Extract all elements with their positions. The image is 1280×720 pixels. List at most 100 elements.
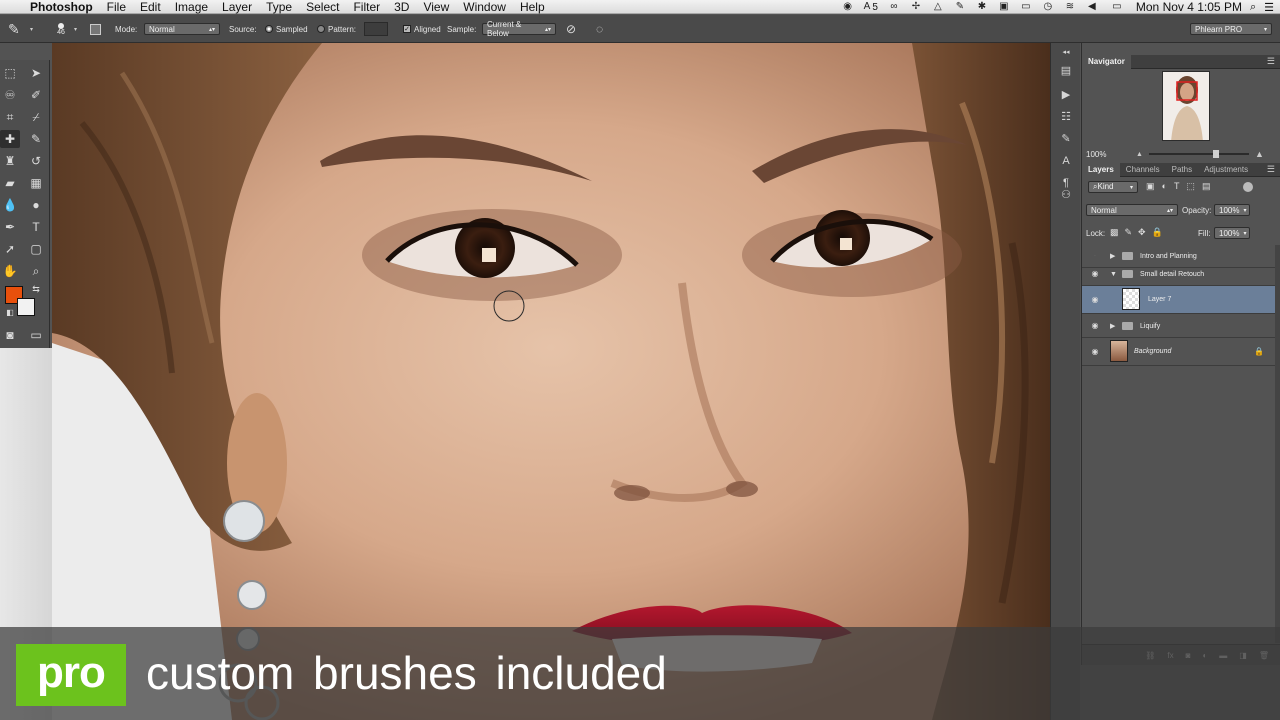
- sample-select[interactable]: Current & Below ▴▾: [482, 15, 556, 43]
- blur-tool-icon[interactable]: 💧: [0, 196, 20, 214]
- default-colors-icon[interactable]: ◧: [0, 304, 20, 322]
- layer-group-small-detail-retouch[interactable]: ◉ ▼ Small detail Retouch: [1082, 263, 1275, 286]
- quick-mask-icon[interactable]: ◙: [0, 326, 20, 344]
- mode-select[interactable]: Normal ▴▾: [144, 15, 220, 43]
- character-panel-icon[interactable]: A: [1057, 153, 1075, 169]
- tab-channels[interactable]: Channels: [1120, 163, 1166, 177]
- filter-type-icons[interactable]: ▣◐T⬚▤: [1146, 181, 1217, 192]
- zoom-tool-icon[interactable]: ⌕: [26, 262, 46, 280]
- eye-icon[interactable]: ◉: [1090, 347, 1100, 356]
- preset-dropdown-icon[interactable]: ▾: [30, 15, 33, 43]
- navigator-menu-icon[interactable]: ☰: [1267, 56, 1275, 67]
- brush-tool-icon[interactable]: ✎: [26, 130, 46, 148]
- quick-select-tool-icon[interactable]: ✐: [26, 86, 46, 104]
- zoom-slider[interactable]: [1148, 150, 1249, 158]
- menu-view[interactable]: View: [423, 0, 449, 14]
- tab-navigator[interactable]: Navigator: [1082, 54, 1131, 69]
- lock-icons[interactable]: ▩✎✥🔒: [1110, 227, 1169, 238]
- dodge-tool-icon[interactable]: ●: [26, 196, 46, 214]
- brush-size-picker[interactable]: 46: [50, 15, 72, 43]
- move-tool-icon[interactable]: ➤: [26, 64, 46, 82]
- properties-panel-icon[interactable]: ☷: [1057, 109, 1075, 125]
- wifi-icon[interactable]: ≋: [1064, 2, 1076, 12]
- menu-filter[interactable]: Filter: [353, 0, 380, 14]
- filter-toggle-icon[interactable]: [1243, 182, 1253, 192]
- tab-paths[interactable]: Paths: [1166, 163, 1198, 177]
- menu-type[interactable]: Type: [266, 0, 292, 14]
- blend-mode-select[interactable]: Normal ▴▾: [1086, 204, 1178, 216]
- bluetooth-icon[interactable]: ✱: [976, 2, 988, 12]
- pressure-size-icon[interactable]: ◌: [596, 15, 603, 43]
- layer-group-liquify[interactable]: ◉ ▶ Liquify: [1082, 315, 1275, 338]
- zoom-slider-thumb[interactable]: [1212, 150, 1219, 158]
- crop-tool-icon[interactable]: ⌗: [0, 108, 20, 126]
- menu-select[interactable]: Select: [306, 0, 339, 14]
- opacity-input[interactable]: 100% ▾: [1214, 204, 1250, 216]
- image-canvas[interactable]: [52, 43, 1050, 720]
- collapse-triangle-icon[interactable]: ▼: [1110, 271, 1117, 278]
- source-pattern-radio[interactable]: Pattern:: [317, 15, 356, 43]
- eye-icon[interactable]: ◉: [1090, 322, 1100, 330]
- gradient-tool-icon[interactable]: ▦: [26, 174, 46, 192]
- expand-triangle-icon[interactable]: ▶: [1110, 252, 1115, 260]
- zoom-in-icon[interactable]: ▲: [1255, 149, 1264, 159]
- evernote-icon[interactable]: ✎: [954, 2, 966, 12]
- tab-layers[interactable]: Layers: [1082, 162, 1120, 177]
- volume-icon[interactable]: ◀: [1086, 2, 1098, 12]
- notification-center-icon[interactable]: ☰: [1264, 1, 1274, 14]
- battery-icon[interactable]: ▭: [1108, 2, 1126, 12]
- marquee-tool-icon[interactable]: ⬚: [0, 64, 20, 82]
- menu-clock[interactable]: Mon Nov 4 1:05 PM: [1136, 0, 1242, 14]
- clone-source-icon[interactable]: ⚇: [1057, 187, 1075, 203]
- clone-stamp-preset-icon[interactable]: ✎: [8, 15, 20, 43]
- adobe-icon[interactable]: A: [864, 2, 871, 12]
- source-sampled-radio[interactable]: Sampled: [265, 15, 308, 43]
- pattern-picker[interactable]: [364, 15, 388, 43]
- visibility-off-icon[interactable]: ·: [1090, 252, 1100, 260]
- collapse-arrows-icon[interactable]: ◂◂: [1057, 45, 1075, 61]
- spotlight-icon[interactable]: ⌕: [1250, 1, 1256, 14]
- expand-triangle-icon[interactable]: ▶: [1110, 322, 1115, 330]
- path-select-tool-icon[interactable]: ➚: [0, 240, 20, 258]
- eye-icon[interactable]: ◉: [1090, 295, 1100, 304]
- layer-filter-select[interactable]: ⌕Kind ▾: [1088, 181, 1138, 193]
- menu-layer[interactable]: Layer: [222, 0, 252, 14]
- eyedropper-tool-icon[interactable]: ⌿: [26, 108, 46, 126]
- history-brush-tool-icon[interactable]: ↺: [26, 152, 46, 170]
- hand-tool-icon[interactable]: ✋: [0, 262, 20, 280]
- creative-cloud-icon[interactable]: ∞: [888, 2, 900, 12]
- menu-help[interactable]: Help: [520, 0, 545, 14]
- time-machine-icon[interactable]: ◷: [1042, 2, 1054, 12]
- brush-presets-icon[interactable]: ✎: [1057, 131, 1075, 147]
- menu-edit[interactable]: Edit: [140, 0, 161, 14]
- layers-menu-icon[interactable]: ☰: [1267, 164, 1275, 175]
- type-tool-icon[interactable]: T: [26, 218, 46, 236]
- menu-window[interactable]: Window: [463, 0, 506, 14]
- navigator-thumbnail[interactable]: [1162, 71, 1210, 141]
- layer-background[interactable]: ◉ Background 🔒: [1082, 338, 1275, 366]
- lasso-tool-icon[interactable]: ♾: [0, 86, 20, 104]
- layer-7[interactable]: ◉ Layer 7: [1082, 286, 1275, 314]
- airplay-icon[interactable]: ▭: [1020, 2, 1032, 12]
- workspace-switcher[interactable]: Phlearn PRO ▾: [1190, 15, 1272, 43]
- screen-icon[interactable]: ▣: [998, 2, 1010, 12]
- menu-app-name[interactable]: Photoshop: [30, 0, 93, 14]
- aligned-checkbox[interactable]: ✓ Aligned: [403, 15, 441, 43]
- fill-input[interactable]: 100% ▾: [1214, 227, 1250, 239]
- eraser-tool-icon[interactable]: ▰: [0, 174, 20, 192]
- eye-icon[interactable]: ◉: [1090, 270, 1100, 278]
- menu-image[interactable]: Image: [175, 0, 208, 14]
- screen-mode-icon[interactable]: ▭: [26, 326, 46, 344]
- clone-source-panel-icon[interactable]: [90, 15, 104, 43]
- history-panel-icon[interactable]: ▤: [1057, 63, 1075, 79]
- menu-3d[interactable]: 3D: [394, 0, 409, 14]
- ignore-adjustment-layers-icon[interactable]: ⊘: [566, 15, 576, 43]
- record-icon[interactable]: ◉: [842, 2, 854, 12]
- drive-icon[interactable]: △: [932, 2, 944, 12]
- menu-file[interactable]: File: [107, 0, 126, 14]
- shape-tool-icon[interactable]: ▢: [26, 240, 46, 258]
- actions-panel-icon[interactable]: ▶: [1057, 87, 1075, 103]
- healing-brush-tool-icon[interactable]: ✚: [0, 130, 20, 148]
- swap-colors-icon[interactable]: ⇆: [26, 280, 46, 298]
- tab-adjustments[interactable]: Adjustments: [1198, 163, 1254, 177]
